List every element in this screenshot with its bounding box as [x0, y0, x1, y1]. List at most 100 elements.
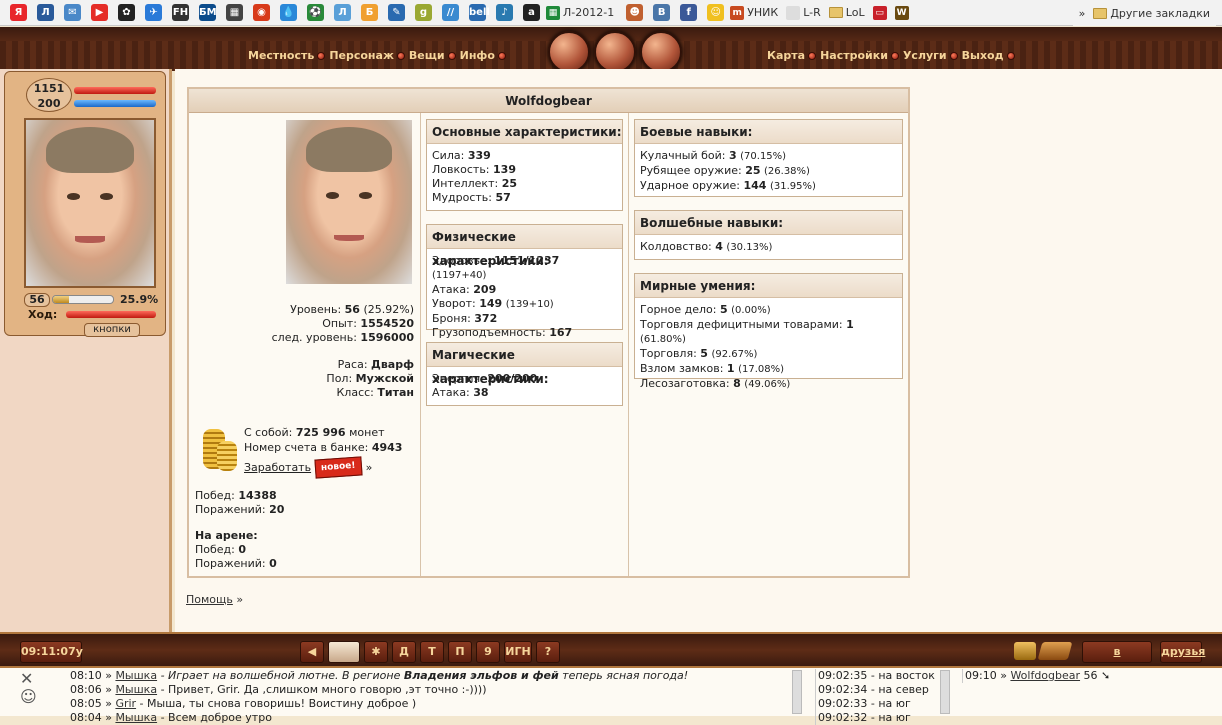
bookmark-icon[interactable]: БМ: [199, 4, 217, 21]
stat-box-body: Колдовство: 4 (30.13%): [635, 235, 902, 255]
action-button[interactable]: ✱: [364, 641, 388, 663]
bookmark-icon[interactable]: ▶: [91, 4, 108, 21]
whisper-icon[interactable]: ➘: [1098, 669, 1110, 682]
stat-box-body: Горное дело: 5 (0.00%) Торговля дефицитны…: [635, 298, 902, 392]
stat-row: Горное дело: 5 (0.00%): [640, 303, 771, 316]
bookmark-icon[interactable]: Л: [334, 4, 351, 21]
nav-bullet-icon: [1006, 51, 1015, 60]
chat-user-link[interactable]: Мышка: [115, 683, 157, 696]
level-block: Уровень: 56 (25.92%) Опыт: 1554520 след.…: [271, 303, 414, 344]
bookmark-item[interactable]: W: [894, 5, 909, 20]
bookmark-icon[interactable]: 💧: [280, 4, 297, 21]
action-button[interactable]: 9: [476, 641, 500, 663]
stat-row: Колдовство: 4 (30.13%): [640, 240, 773, 253]
nav-item[interactable]: Персонаж: [329, 49, 405, 62]
chat-scrollbar[interactable]: [792, 670, 802, 714]
bookmark-icon[interactable]: ▦: [226, 4, 243, 21]
character-name-title: Wolfdogbear: [189, 89, 908, 113]
nav-item[interactable]: Услуги: [903, 49, 958, 62]
user-link[interactable]: Wolfdogbear: [1010, 669, 1080, 682]
action-button[interactable]: П: [448, 641, 472, 663]
smile-icon[interactable]: ☺: [707, 4, 725, 21]
bookmark-item[interactable]: ▭: [872, 5, 887, 20]
character-portrait[interactable]: [24, 118, 156, 288]
action-button[interactable]: ?: [536, 641, 560, 663]
gold-icon[interactable]: [1014, 642, 1036, 660]
bookmark-item[interactable]: LoL: [828, 6, 865, 19]
log-entry: 09:02:34 - на север: [818, 683, 929, 696]
nav-bullet-icon: [396, 51, 405, 60]
bookmark-icon[interactable]: ✉: [64, 4, 81, 21]
bookmark-icon[interactable]: ✈: [145, 4, 162, 21]
chat-message: 08:05 » Grir - Мыша, ты снова говоришь! …: [70, 697, 417, 710]
log-entry: 09:02:32 - на юг: [818, 711, 911, 724]
bookmark-item[interactable]: L-R: [786, 5, 821, 20]
chat-user-link[interactable]: Grir: [115, 697, 136, 710]
stat-row: Кулачный бой: 3 (70.15%): [640, 149, 787, 162]
log-scrollbar[interactable]: [940, 670, 950, 714]
stat-box-body: Сила: 339 Ловкость: 139 Интеллект: 25 Мудро…: [427, 144, 622, 205]
action-button[interactable]: ИГН: [504, 641, 532, 663]
chat-user-link[interactable]: Мышка: [115, 711, 157, 724]
other-bookmarks[interactable]: Другие закладки: [1093, 7, 1210, 20]
close-icon[interactable]: ✕: [20, 670, 37, 688]
log-entry: 09:02:35 - на восток: [818, 669, 935, 682]
bookmark-icon[interactable]: FH: [172, 4, 189, 21]
bookmark-icon[interactable]: bell: [469, 4, 490, 21]
stat-row: Взлом замков: 1 (17.08%): [640, 362, 784, 375]
movement-log: 09:02:35 - на восток 09:02:34 - на север 0…: [815, 669, 945, 725]
top-nav-right: Карта Настройки Услуги Выход: [767, 49, 1015, 62]
nav-item[interactable]: Карта: [767, 49, 817, 62]
bookmark-item[interactable]: ▦ Л-2012-1: [546, 5, 614, 20]
nav-bullet-icon: [447, 51, 456, 60]
action-button[interactable]: Т: [420, 641, 444, 663]
nav-item[interactable]: Настройки: [820, 49, 899, 62]
bookmark-icon[interactable]: f: [680, 4, 698, 21]
bookmark-item[interactable]: m УНИК: [730, 5, 778, 20]
nav-item[interactable]: Инфо: [460, 49, 506, 62]
smile-icon[interactable]: ☺: [20, 688, 37, 706]
nav-item[interactable]: Выход: [962, 49, 1015, 62]
stat-box-body: Энергия: 200/200 Атака: 38: [427, 367, 622, 400]
bookmark-icon[interactable]: ◉: [253, 4, 270, 21]
bookmark-icon[interactable]: ⚽: [307, 4, 324, 21]
ornament-orb-icon: [594, 31, 636, 73]
stat-row: Энергия: 200/200: [432, 372, 538, 385]
stat-box-title: Физические характеристики:: [427, 225, 622, 268]
magic-skills-box: Волшебные навыки: Колдовство: 4 (30.13%): [634, 210, 903, 260]
action-button[interactable]: [328, 641, 360, 663]
nav-item[interactable]: Вещи: [409, 49, 456, 62]
folder-icon: [828, 7, 843, 18]
bookmark-icon[interactable]: ✎: [388, 4, 405, 21]
bookmark-icon[interactable]: Л: [37, 4, 54, 21]
bookmarks-overflow-button[interactable]: »: [1079, 7, 1086, 20]
chat-message: 08:04 » Мышка - Всем доброе утро: [70, 711, 272, 724]
main-content: Wolfdogbear Уровень: 56 (25.92%) Опыт: 1…: [175, 69, 1222, 632]
bookmark-icon[interactable]: ✿: [118, 4, 135, 21]
buttons-toggle[interactable]: кнопки: [84, 323, 140, 337]
location-button[interactable]: в местности: [1082, 641, 1152, 678]
person-icon[interactable]: ☻: [626, 4, 644, 21]
chat-message: 08:10 » Мышка - Играет на волшебной лютн…: [70, 669, 689, 682]
bookmark-icon[interactable]: //: [442, 4, 459, 21]
friends-button[interactable]: друзья: [1160, 641, 1205, 663]
stat-box-title: Магические характеристики:: [427, 343, 622, 386]
stat-box-body: Здоровье: 1151/1237 (1197+40) Атака: 209 У…: [427, 249, 622, 340]
bookmark-icon[interactable]: g: [415, 4, 432, 21]
book-icon[interactable]: [1037, 642, 1073, 660]
bookmark-icon[interactable]: В: [653, 4, 671, 21]
nav-bullet-icon: [890, 51, 899, 60]
bookmark-icon[interactable]: Б: [361, 4, 378, 21]
chat-user-link[interactable]: Мышка: [115, 669, 157, 682]
bookmark-icon[interactable]: ♪: [496, 4, 513, 21]
bookmark-icon[interactable]: a: [523, 4, 540, 21]
magic-stats-box: Магические характеристики: Энергия: 200/2…: [426, 342, 623, 406]
nav-item[interactable]: Местность: [248, 49, 326, 62]
help-link[interactable]: Помощь: [186, 593, 233, 606]
stat-row: Интеллект: 25: [432, 177, 517, 190]
bookmark-icon[interactable]: Я: [10, 4, 27, 21]
earn-link[interactable]: Заработать: [244, 460, 311, 475]
action-button[interactable]: ◀: [300, 641, 324, 663]
action-button[interactable]: Д: [392, 641, 416, 663]
skills-column: Боевые навыки: Кулачный бой: 3 (70.15%) Ру…: [629, 113, 912, 576]
